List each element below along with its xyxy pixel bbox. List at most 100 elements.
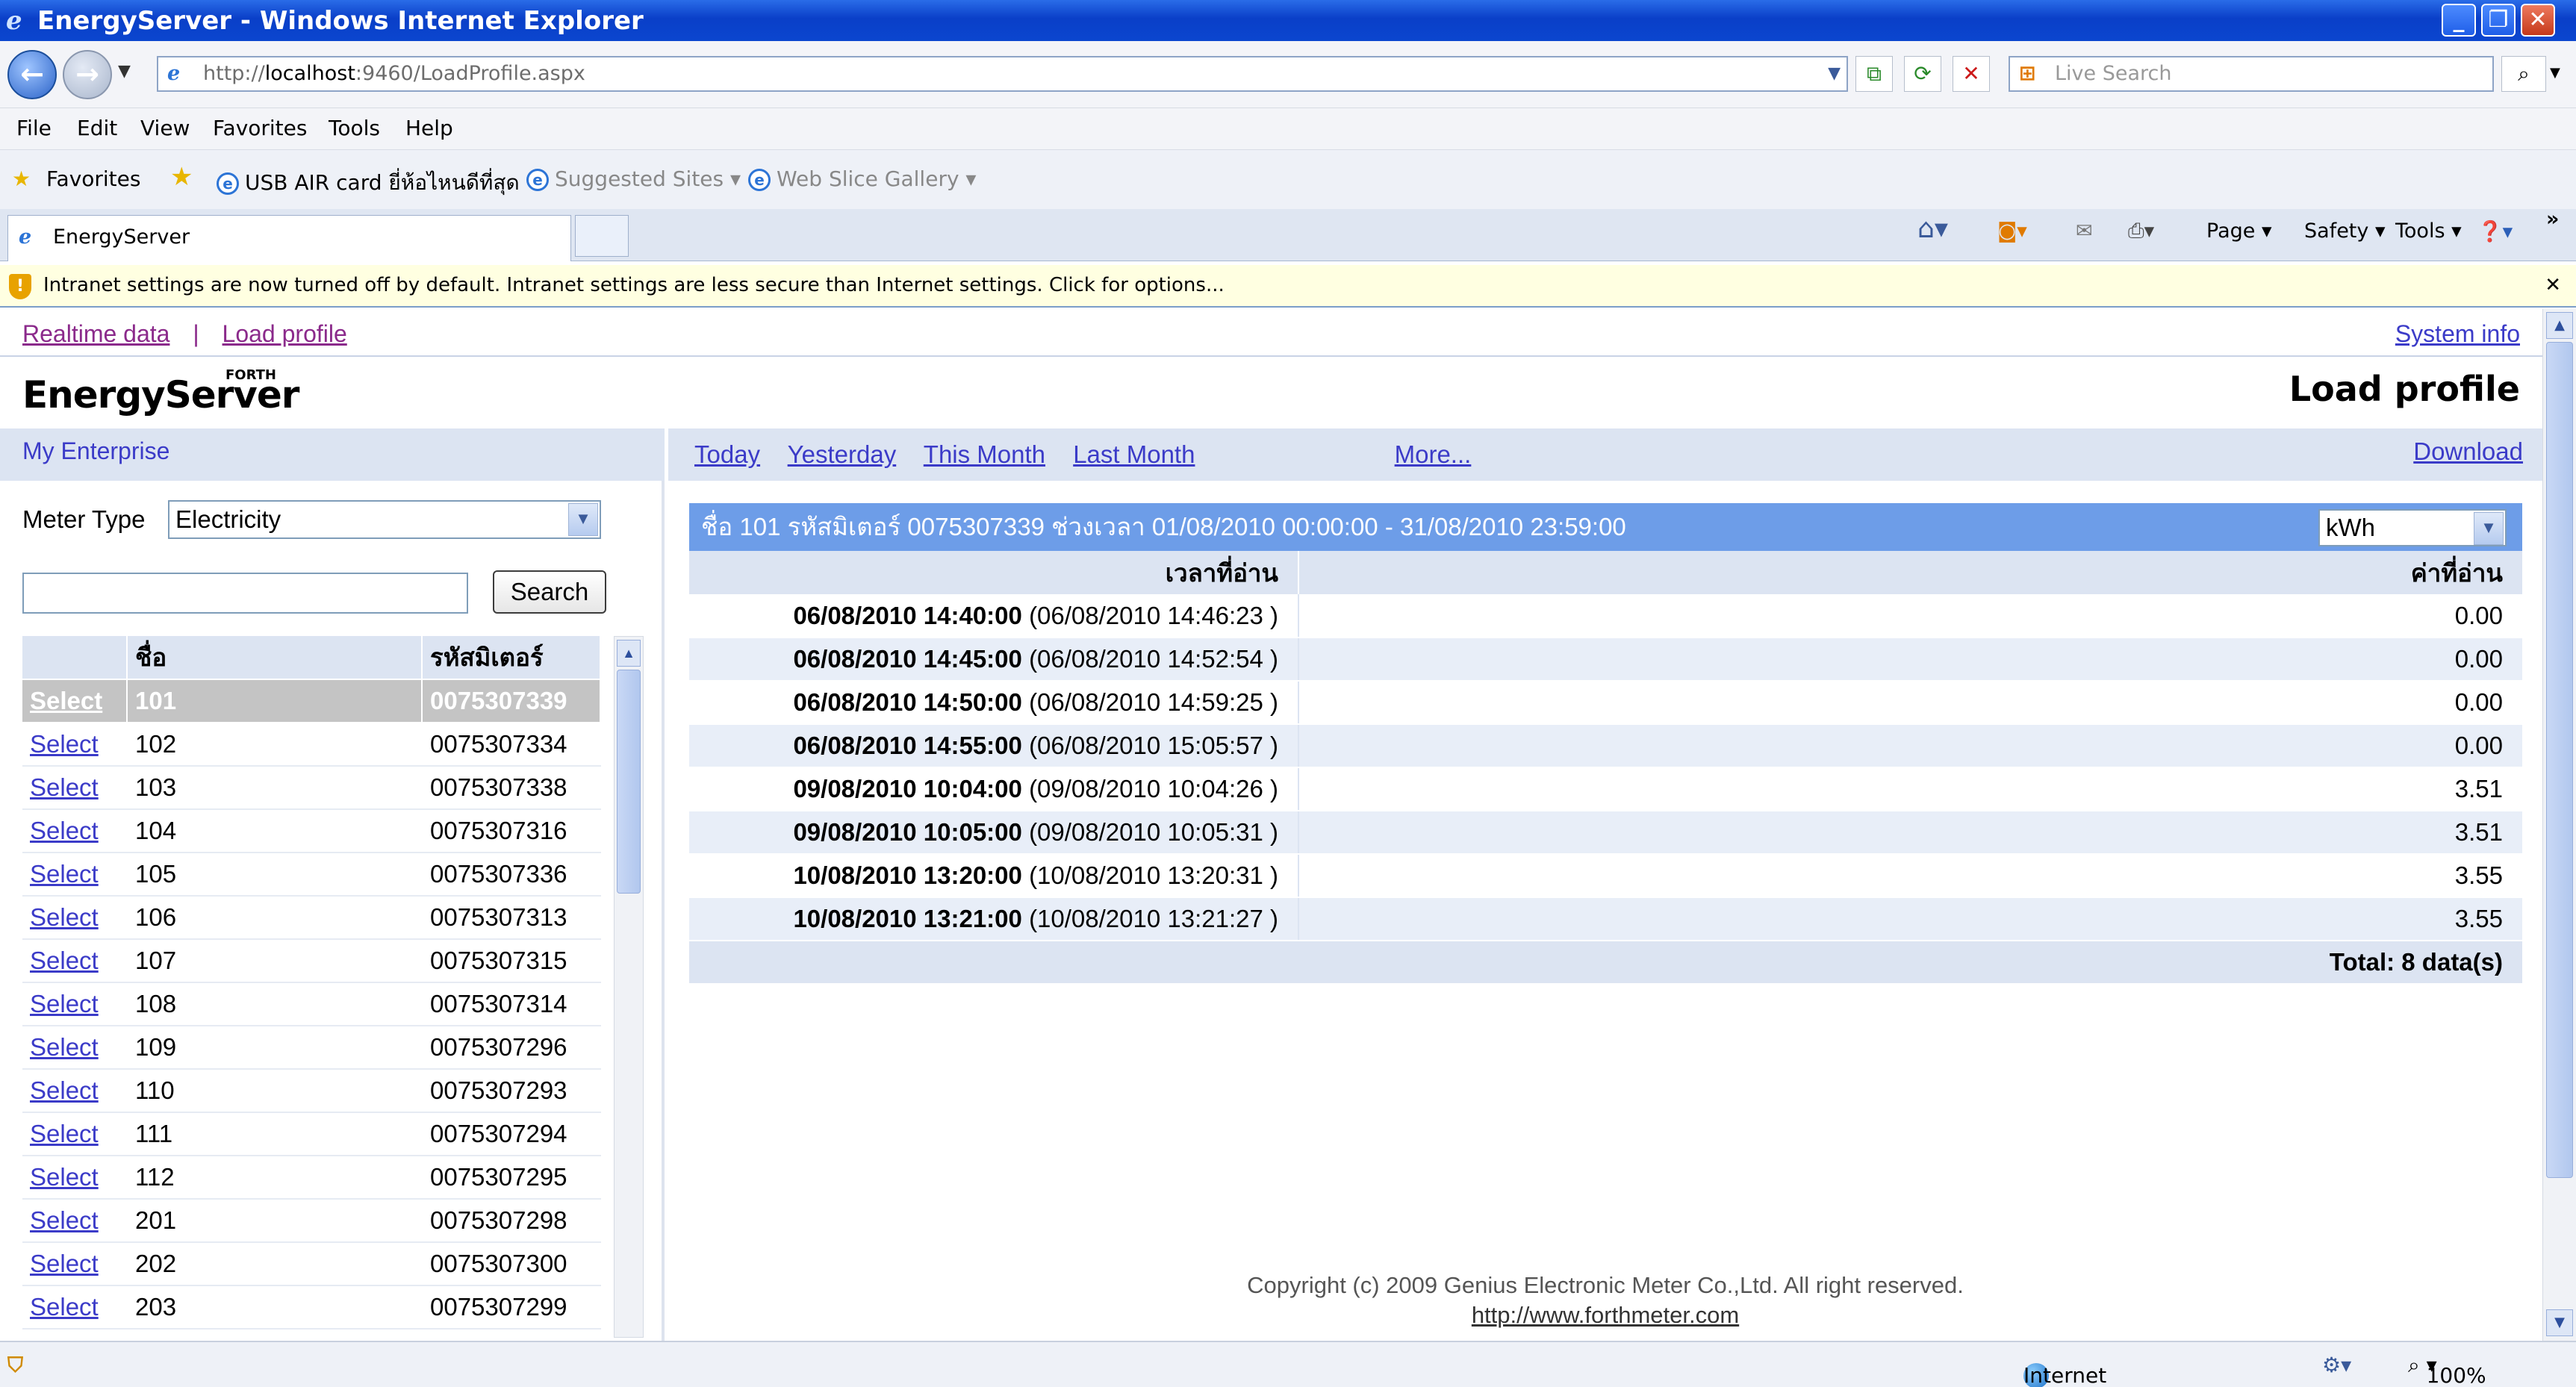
forward-button[interactable]: → xyxy=(63,50,112,99)
select-cell[interactable]: Select xyxy=(22,1156,128,1200)
help-icon[interactable]: ❓▾ xyxy=(2477,219,2513,243)
meter-row[interactable]: Select 110 0075307293 xyxy=(22,1069,601,1113)
select-cell[interactable]: Select xyxy=(22,1199,128,1243)
fav-item-webslice[interactable]: e Web Slice Gallery ▾ xyxy=(748,166,976,191)
search-go-icon[interactable]: ⌕ xyxy=(2501,56,2546,92)
select-link[interactable]: Select xyxy=(30,947,99,974)
maximize-button[interactable]: ❐ xyxy=(2481,4,2516,37)
search-button[interactable]: Search xyxy=(493,570,606,614)
select-link[interactable]: Select xyxy=(30,773,99,801)
select-link[interactable]: Select xyxy=(30,1163,99,1191)
search-options-icon[interactable]: ▼ xyxy=(2550,65,2560,81)
add-favorite-icon[interactable]: ★ xyxy=(170,162,193,192)
compatibility-icon[interactable]: ⧉ xyxy=(1855,56,1893,92)
menu-tools[interactable]: Tools xyxy=(329,116,380,140)
select-cell[interactable]: Select xyxy=(22,1069,128,1113)
meter-row[interactable]: Select 112 0075307295 xyxy=(22,1156,601,1200)
home-icon[interactable]: ⌂▾ xyxy=(1917,213,1948,244)
meter-row[interactable]: Select 111 0075307294 xyxy=(22,1112,601,1156)
meter-list-scrollbar[interactable]: ▲ xyxy=(614,636,644,1338)
menu-view[interactable]: View xyxy=(140,116,190,140)
load-profile-link[interactable]: Load profile xyxy=(223,320,347,347)
menu-help[interactable]: Help xyxy=(405,116,453,140)
my-enterprise-link[interactable]: My Enterprise xyxy=(22,437,169,465)
this-month-link[interactable]: This Month xyxy=(924,440,1045,468)
select-cell[interactable]: Select xyxy=(22,982,128,1026)
system-info-link[interactable]: System info xyxy=(2395,320,2520,348)
meter-row[interactable]: Select 202 0075307300 xyxy=(22,1242,601,1286)
select-cell[interactable]: Select xyxy=(22,896,128,940)
more-link[interactable]: More... xyxy=(1395,440,1472,468)
select-cell[interactable]: Select xyxy=(22,1242,128,1286)
refresh-icon[interactable]: ⟳ xyxy=(1904,56,1941,92)
meter-row[interactable]: Select 105 0075307336 xyxy=(22,853,601,897)
scroll-up-icon[interactable]: ▲ xyxy=(2546,312,2573,339)
meter-row[interactable]: Select 101 0075307339 xyxy=(22,679,601,723)
back-button[interactable]: ← xyxy=(7,50,57,99)
menu-edit[interactable]: Edit xyxy=(77,116,117,140)
meter-row[interactable]: Select 106 0075307313 xyxy=(22,896,601,940)
information-bar[interactable]: ! Intranet settings are now turned off b… xyxy=(0,265,2576,308)
select-link[interactable]: Select xyxy=(30,860,99,888)
meter-row[interactable]: Select 201 0075307298 xyxy=(22,1199,601,1243)
select-cell[interactable]: Select xyxy=(22,679,128,723)
meter-row[interactable]: Select 109 0075307296 xyxy=(22,1026,601,1070)
feeds-icon[interactable]: ◙▾ xyxy=(1997,219,2027,243)
select-cell[interactable]: Select xyxy=(22,809,128,853)
meter-row[interactable]: Select 203 0075307299 xyxy=(22,1285,601,1330)
tools-menu[interactable]: Tools ▾ xyxy=(2395,219,2462,243)
address-dropdown-icon[interactable]: ▼ xyxy=(1828,57,1841,90)
unit-select[interactable]: kWh ▼ xyxy=(2318,509,2507,546)
meter-row[interactable]: Select 107 0075307315 xyxy=(22,939,601,983)
new-tab-button[interactable] xyxy=(575,215,629,257)
meter-search-input[interactable] xyxy=(22,573,468,614)
select-cell[interactable]: Select xyxy=(22,1026,128,1070)
stop-icon[interactable]: ✕ xyxy=(1953,56,1990,92)
last-month-link[interactable]: Last Month xyxy=(1073,440,1195,468)
realtime-data-link[interactable]: Realtime data xyxy=(22,320,169,347)
live-search-input[interactable]: ⊞ Live Search xyxy=(2009,56,2494,92)
select-link[interactable]: Select xyxy=(30,1206,99,1234)
page-menu[interactable]: Page ▾ xyxy=(2206,219,2272,243)
protected-mode-icon[interactable]: ⚙▾ xyxy=(2322,1353,2351,1377)
select-link[interactable]: Select xyxy=(30,1076,99,1104)
select-cell[interactable]: Select xyxy=(22,853,128,897)
menu-file[interactable]: File xyxy=(16,116,52,140)
menu-favorites[interactable]: Favorites xyxy=(213,116,307,140)
zoom-control[interactable]: ⌕ 100% ▾ xyxy=(2408,1353,2486,1387)
meter-row[interactable]: Select 108 0075307314 xyxy=(22,982,601,1026)
meter-row[interactable]: Select 103 0075307338 xyxy=(22,766,601,810)
select-link[interactable]: Select xyxy=(30,730,99,758)
scroll-down-icon[interactable]: ▼ xyxy=(2546,1309,2573,1336)
select-link[interactable]: Select xyxy=(30,1250,99,1277)
tab-energyserver[interactable]: ℯ EnergyServer xyxy=(7,215,571,261)
safety-menu[interactable]: Safety ▾ xyxy=(2304,219,2386,243)
minimize-button[interactable]: _ xyxy=(2442,4,2476,37)
scroll-up-icon[interactable]: ▲ xyxy=(617,640,641,667)
scroll-thumb[interactable] xyxy=(617,670,641,894)
fav-item-usb[interactable]: e USB AIR card ยี่ห้อไหนดีที่สุด xyxy=(217,166,520,199)
yesterday-link[interactable]: Yesterday xyxy=(788,440,897,468)
chevron-more-icon[interactable]: » xyxy=(2546,208,2559,231)
recent-pages-dropdown-icon[interactable]: ▼ xyxy=(118,62,131,81)
select-cell[interactable]: Select xyxy=(22,723,128,767)
meter-type-select[interactable]: Electricity ▼ xyxy=(168,500,601,539)
scroll-thumb[interactable] xyxy=(2546,342,2573,1178)
page-scrollbar[interactable]: ▲ ▼ xyxy=(2542,309,2576,1341)
select-cell[interactable]: Select xyxy=(22,766,128,810)
download-link[interactable]: Download xyxy=(2413,437,2523,466)
select-cell[interactable]: Select xyxy=(22,1112,128,1156)
select-cell[interactable]: Select xyxy=(22,939,128,983)
select-link[interactable]: Select xyxy=(30,687,102,714)
address-input[interactable]: ℯ http://localhost:9460/LoadProfile.aspx… xyxy=(157,56,1848,92)
favorites-button[interactable]: Favorites xyxy=(46,166,140,191)
select-link[interactable]: Select xyxy=(30,1293,99,1321)
meter-row[interactable]: Select 104 0075307316 xyxy=(22,809,601,853)
infobar-close-icon[interactable]: ✕ xyxy=(2545,265,2561,306)
select-link[interactable]: Select xyxy=(30,990,99,1017)
select-link[interactable]: Select xyxy=(30,1033,99,1061)
select-link[interactable]: Select xyxy=(30,1120,99,1147)
meter-row[interactable]: Select 102 0075307334 xyxy=(22,723,601,767)
company-link[interactable]: http://www.forthmeter.com xyxy=(668,1302,2542,1329)
today-link[interactable]: Today xyxy=(694,440,760,468)
